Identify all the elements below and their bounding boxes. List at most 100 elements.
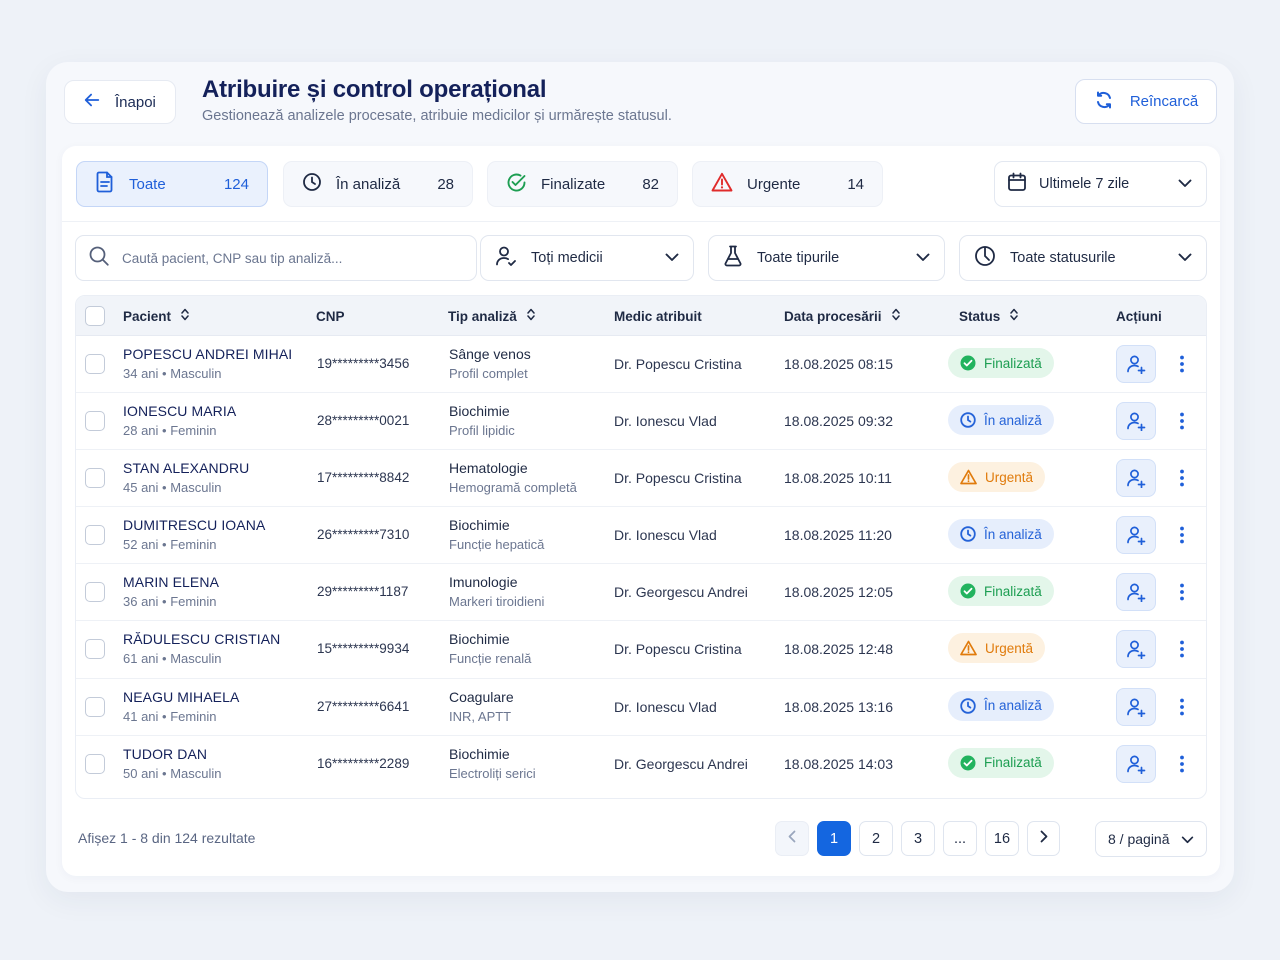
more-options-icon[interactable] [1172,692,1192,722]
patient-name: TUDOR DAN [123,745,208,762]
row-checkbox[interactable] [85,468,105,489]
more-options-icon[interactable] [1172,634,1192,664]
analysis-type: Sânge venos [449,346,531,362]
row-checkbox[interactable] [85,525,105,546]
assign-doctor-button[interactable] [1116,459,1156,498]
clock-icon [960,526,976,542]
row-checkbox[interactable] [85,354,105,374]
reload-button[interactable]: Reîncarcă [1075,79,1217,124]
patient-info: 34 ani • Masculin [123,366,222,381]
tab-label: Urgente [747,175,801,193]
analysis-type: Biochimie [449,631,510,648]
assign-doctor-button[interactable] [1116,630,1156,669]
assign-doctor-button[interactable] [1116,573,1156,612]
more-options-icon[interactable] [1172,520,1192,550]
page-button-2[interactable]: 2 [859,821,893,856]
check-circle-icon [960,755,976,771]
processing-date: 18.08.2025 12:48 [784,641,893,658]
analysis-type: Biochimie [449,745,510,762]
analyses-table: Pacient CNP Tip analiză Medic atribuit D… [75,295,1207,799]
table-row[interactable]: NEAGU MIHAELA 41 ani • Feminin 27*******… [76,679,1206,736]
patient-cell: NEAGU MIHAELA 41 ani • Feminin [123,689,239,724]
prev-page-button[interactable] [775,821,809,856]
table-row[interactable]: IONESCU MARIA 28 ani • Feminin 28*******… [76,393,1206,451]
row-checkbox[interactable] [85,411,105,432]
tab-finalized[interactable]: Finalizate 82 [487,161,678,207]
type-filter-value: Toate tipurile [757,250,840,266]
patient-info: 28 ani • Feminin [123,423,217,439]
assign-doctor-button[interactable] [1116,402,1156,441]
chevron-right-icon [1040,830,1048,847]
status-label: Urgentă [985,640,1034,656]
chevron-down-icon [1181,831,1194,847]
warning-icon [711,172,733,196]
table-row[interactable]: DUMITRESCU IOANA 52 ani • Feminin 26****… [76,507,1206,565]
divider [62,221,1220,222]
processing-date: 18.08.2025 10:11 [784,470,892,487]
row-checkbox[interactable] [85,753,105,774]
more-options-icon[interactable] [1172,749,1192,779]
more-options-icon[interactable] [1172,349,1192,379]
page-button-1[interactable]: 1 [817,821,851,856]
date-range-value: Ultimele 7 zile [1039,176,1130,192]
assign-doctor-button[interactable] [1116,744,1156,783]
back-button[interactable]: Înapoi [64,80,176,124]
table-row[interactable]: POPESCU ANDREI MIHAI 34 ani • Masculin 1… [76,336,1206,394]
patient-cell: DUMITRESCU IOANA 52 ani • Feminin [123,517,265,552]
row-checkbox[interactable] [85,582,105,603]
user-assign-icon [1126,754,1146,774]
more-options-icon[interactable] [1172,577,1192,607]
user-assign-icon [1126,582,1146,603]
assign-doctor-button[interactable] [1116,687,1156,726]
document-icon [95,171,115,197]
table-row[interactable]: STAN ALEXANDRU 45 ani • Masculin 17*****… [76,450,1206,508]
status-label: În analiză [984,698,1042,714]
tab-all[interactable]: Toate 124 [76,161,268,207]
column-header-patient[interactable]: Pacient [123,296,189,336]
patient-cell: POPESCU ANDREI MIHAI 34 ani • Masculin [123,346,292,381]
status-badge: Urgentă [948,462,1046,493]
assign-doctor-button[interactable] [1116,345,1156,383]
tab-in-analysis[interactable]: În analiză 28 [283,161,473,207]
tab-label: Finalizate [541,175,606,193]
column-header-status[interactable]: Status [959,296,1019,336]
next-page-button[interactable] [1027,821,1060,856]
status-label: Urgentă [985,469,1034,485]
calendar-icon [1007,172,1027,196]
doctor-filter[interactable]: Toți medicii [480,235,694,281]
processing-date: 18.08.2025 08:15 [784,356,893,372]
type-filter[interactable]: Toate tipurile [708,235,945,281]
page-button-16[interactable]: 16 [985,821,1019,856]
column-label: Pacient [123,308,172,324]
select-all-checkbox[interactable] [85,306,105,326]
more-options-icon[interactable] [1172,463,1192,493]
cnp-value: 29*********1187 [317,584,409,600]
table-row[interactable]: MARIN ELENA 36 ani • Feminin 29*********… [76,564,1206,622]
column-label: Acțiuni [1116,308,1162,324]
assign-doctor-button[interactable] [1116,516,1156,555]
row-checkbox[interactable] [85,696,105,717]
doctor-filter-value: Toți medicii [531,250,603,266]
per-page-select[interactable]: 8 / pagină [1095,821,1207,857]
status-filter[interactable]: Toate statusurile [959,235,1207,281]
column-header-type[interactable]: Tip analiză [448,296,535,336]
column-label: Tip analiză [448,308,517,324]
date-range-select[interactable]: Ultimele 7 zile [994,161,1207,207]
tab-urgent[interactable]: Urgente 14 [692,161,883,207]
column-label: Status [959,308,1001,324]
table-row[interactable]: TUDOR DAN 50 ani • Masculin 16*********2… [76,736,1206,793]
page-button-3[interactable]: 3 [901,821,935,856]
search-input[interactable] [122,250,462,266]
row-checkbox[interactable] [85,639,105,660]
patient-info: 45 ani • Masculin [123,480,222,496]
page-subtitle: Gestionează analizele procesate, atribui… [202,108,672,124]
tab-label: Toate [129,175,166,193]
cnp-value: 26*********7310 [317,527,410,543]
search-box [75,235,477,281]
column-header-date[interactable]: Data procesării [784,296,900,336]
table-row[interactable]: RĂDULESCU CRISTIAN 61 ani • Masculin 15*… [76,621,1206,679]
more-options-icon[interactable] [1172,406,1192,436]
analysis-cell: Sânge venos Profil complet [449,346,531,381]
search-icon [88,245,110,272]
cnp-value: 27*********6641 [317,698,410,714]
